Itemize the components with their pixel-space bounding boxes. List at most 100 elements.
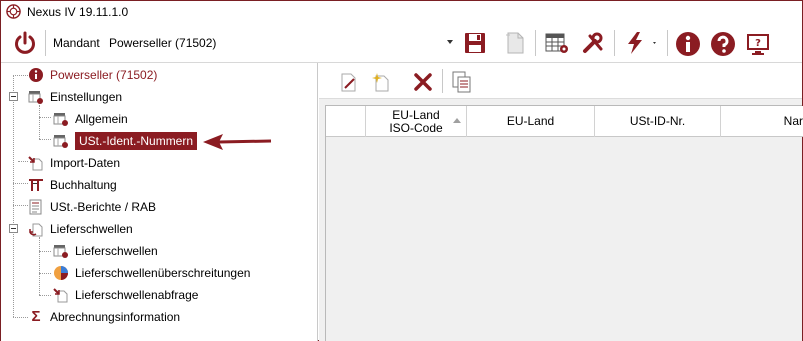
tree-item-buchhaltung[interactable]: Buchhaltung: [28, 175, 117, 195]
ledger-icon: [29, 179, 43, 191]
report-icon: [29, 199, 42, 215]
column-header-name[interactable]: Nar: [721, 106, 803, 137]
new-button[interactable]: [369, 71, 393, 93]
toolbar-separator: [45, 30, 46, 56]
tree-item-lieferschwellenabfrage[interactable]: Lieferschwellenabfrage: [53, 285, 198, 305]
actions-dropdown-button[interactable]: [621, 30, 661, 56]
new-document-icon: [372, 73, 389, 92]
content-panel: EU-Land ISO-Code EU-Land USt-ID-Nr. Nar: [319, 63, 803, 341]
collapse-toggle[interactable]: [9, 224, 18, 233]
tree-item-abrechnungsinformation[interactable]: Σ Abrechnungsinformation: [28, 307, 180, 327]
edit-button[interactable]: [337, 71, 361, 93]
info-button[interactable]: [674, 30, 701, 57]
data-grid[interactable]: EU-Land ISO-Code EU-Land USt-ID-Nr. Nar: [325, 105, 803, 341]
tree-connector: [13, 317, 28, 318]
document-button[interactable]: [502, 30, 528, 56]
import-icon: [28, 156, 43, 171]
toolbar-separator: [535, 30, 536, 56]
tree-connector: [39, 273, 51, 274]
grid-toolbar: [319, 63, 802, 99]
pie-chart-icon: [54, 266, 68, 280]
window-title: Nexus IV 19.11.1.0: [27, 5, 129, 19]
column-header-label: Nar: [783, 114, 803, 128]
tree-item-label: USt.-Ident.-Nummern: [75, 132, 198, 150]
tree-item-label: Powerseller (71502): [50, 68, 158, 82]
tree-item-label: Lieferschwellen: [50, 222, 133, 236]
tree-item-label: Import-Daten: [50, 156, 121, 170]
column-header-ust-id-nr[interactable]: USt-ID-Nr.: [595, 106, 721, 137]
tree-item-lieferschwellenueberschreitungen[interactable]: Lieferschwellenüberschreitungen: [53, 263, 250, 283]
tree-item-label: Abrechnungsinformation: [50, 310, 181, 324]
tree-item-einstellungen[interactable]: Einstellungen: [28, 87, 122, 107]
app-logo-icon: [6, 4, 21, 19]
copy-button[interactable]: [449, 70, 475, 94]
tree-item-ust-berichte[interactable]: USt.-Berichte / RAB: [28, 197, 156, 217]
delete-button[interactable]: [411, 71, 435, 93]
tree-connector: [18, 161, 28, 162]
tree-item-lieferschwellen[interactable]: Lieferschwellen: [53, 241, 158, 261]
title-bar: Nexus IV 19.11.1.0: [1, 1, 802, 23]
tree-connector: [39, 295, 51, 296]
tree-item-lieferschwellen-group[interactable]: Lieferschwellen: [28, 219, 133, 239]
tree-item-powerseller[interactable]: Powerseller (71502): [28, 65, 157, 85]
remote-support-icon: ?: [747, 33, 769, 55]
tree-item-import-daten[interactable]: Import-Daten: [28, 153, 120, 173]
sort-ascending-icon: [453, 118, 461, 123]
tree-connector: [13, 75, 14, 317]
delete-icon: [414, 73, 432, 91]
chevron-down-icon: [447, 40, 453, 44]
tree-connector: [13, 75, 28, 76]
tree-item-ust-ident-nummern[interactable]: USt.-Ident.-Nummern: [53, 131, 198, 151]
tree-connector: [39, 251, 51, 252]
column-header-label: EU-Land ISO-Code: [389, 107, 443, 135]
column-header-eu-land-iso[interactable]: EU-Land ISO-Code: [366, 106, 467, 137]
tree-item-label: Lieferschwellenabfrage: [75, 288, 199, 302]
tree-connector: [39, 117, 51, 118]
delivery-icon: [29, 223, 43, 237]
remote-support-button[interactable]: ?: [744, 30, 772, 57]
mandant-dropdown[interactable]: Powerseller (71502): [107, 33, 457, 53]
tree-item-label: Allgemein: [75, 112, 128, 126]
tree-item-label: Lieferschwellen: [75, 244, 158, 258]
tools-button[interactable]: [579, 30, 607, 56]
mandant-value: Powerseller (71502): [109, 36, 217, 50]
tree-connector: [39, 139, 51, 140]
tree-connector: [39, 237, 40, 295]
document-icon: [506, 32, 524, 54]
lightning-icon: [628, 32, 656, 54]
settings-table-icon: [53, 245, 68, 258]
annotation-arrow: [203, 134, 272, 150]
info-icon: [675, 31, 700, 56]
query-icon: [53, 288, 68, 303]
toolbar-separator: [442, 69, 443, 93]
tree-item-label: Einstellungen: [50, 90, 123, 104]
edit-document-icon: [341, 73, 356, 92]
column-header-eu-land[interactable]: EU-Land: [467, 106, 595, 137]
column-header-label: USt-ID-Nr.: [629, 114, 686, 128]
power-button[interactable]: [11, 29, 39, 57]
tree-connector: [13, 183, 28, 184]
info-icon: [29, 68, 43, 82]
column-header-label: EU-Land: [506, 114, 555, 128]
settings-table-icon: [28, 91, 43, 104]
help-button[interactable]: [709, 30, 736, 57]
mandant-label: Mandant: [53, 36, 100, 50]
table-settings-button[interactable]: [543, 30, 571, 56]
power-icon: [15, 31, 35, 54]
settings-table-icon: [53, 113, 68, 126]
tree-item-label: Lieferschwellenüberschreitungen: [75, 266, 251, 280]
grid-header: EU-Land ISO-Code EU-Land USt-ID-Nr. Nar: [326, 106, 803, 137]
application-window: Nexus IV 19.11.1.0 Mandant Powerseller (…: [0, 0, 803, 341]
tree-item-label: Buchhaltung: [50, 178, 117, 192]
tree-connector: [13, 205, 28, 206]
copy-icon: [452, 71, 471, 93]
tree-item-allgemein[interactable]: Allgemein: [53, 109, 128, 129]
save-button[interactable]: [462, 30, 488, 56]
help-icon: [710, 31, 735, 56]
collapse-toggle[interactable]: [9, 92, 18, 101]
row-header-cell: [326, 106, 366, 137]
table-settings-icon: [545, 33, 568, 53]
toolbar-separator: [667, 30, 668, 56]
tree-connector: [39, 105, 40, 139]
sigma-icon: Σ: [31, 308, 41, 325]
